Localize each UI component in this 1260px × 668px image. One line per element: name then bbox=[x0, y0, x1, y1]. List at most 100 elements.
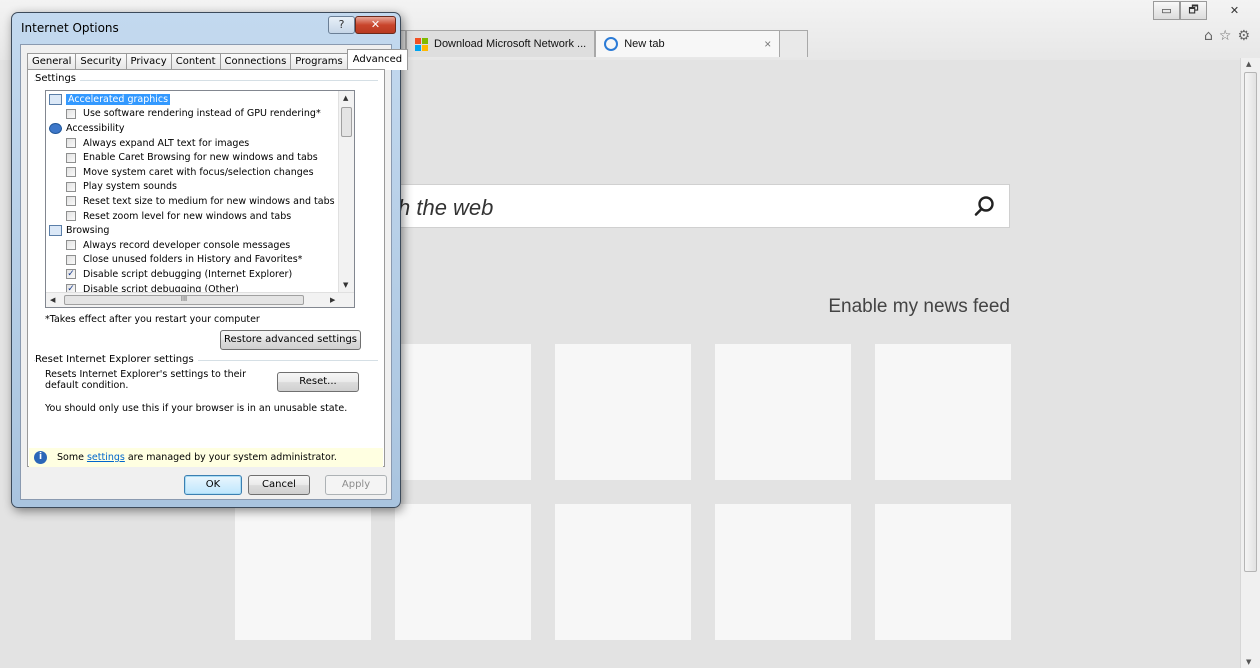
settings-category[interactable]: Browsing bbox=[46, 223, 338, 238]
site-tile[interactable] bbox=[715, 344, 851, 480]
scroll-down-arrow-icon[interactable]: ▼ bbox=[1246, 658, 1251, 666]
site-tile[interactable] bbox=[395, 344, 531, 480]
settings-item-label: Always expand ALT text for images bbox=[83, 137, 250, 149]
enable-news-feed-link[interactable]: Enable my news feed bbox=[800, 296, 1010, 318]
settings-item-label: Move system caret with focus/selection c… bbox=[83, 166, 314, 178]
search-placeholder: ch the web bbox=[387, 195, 494, 220]
settings-category[interactable]: Accessibility bbox=[46, 121, 338, 136]
checkbox[interactable] bbox=[66, 240, 76, 251]
checkbox[interactable] bbox=[66, 108, 76, 119]
tools-gear-icon[interactable]: ⚙ bbox=[1237, 28, 1250, 44]
settings-item-label: Close unused folders in History and Favo… bbox=[83, 254, 303, 266]
settings-option[interactable]: Reset text size to medium for new window… bbox=[46, 194, 338, 209]
microsoft-logo-icon bbox=[415, 37, 428, 51]
tab-general[interactable]: General bbox=[27, 53, 76, 70]
page-scrollbar[interactable]: ▲ ▼ bbox=[1240, 58, 1260, 668]
tree-scroll-down-icon[interactable]: ▼ bbox=[343, 281, 348, 289]
tab-label: New tab bbox=[624, 38, 665, 50]
settings-option[interactable]: Always expand ALT text for images bbox=[46, 136, 338, 151]
web-search-box[interactable]: ch the web bbox=[300, 184, 1010, 228]
tab-advanced[interactable]: Advanced bbox=[346, 49, 409, 70]
dialog-title: Internet Options bbox=[21, 21, 119, 35]
settings-group-label: Settings bbox=[35, 73, 81, 84]
checkbox[interactable] bbox=[66, 181, 76, 192]
checkbox-checked[interactable]: ✓ bbox=[66, 269, 76, 280]
tab-new-tab[interactable]: New tab × bbox=[595, 30, 781, 57]
dialog-body: General Security Privacy Content Connect… bbox=[20, 44, 409, 500]
settings-option[interactable]: Move system caret with focus/selection c… bbox=[46, 165, 338, 180]
apply-button[interactable]: Apply bbox=[325, 475, 387, 495]
tree-vscroll-thumb[interactable] bbox=[341, 107, 352, 137]
site-tile[interactable] bbox=[555, 344, 691, 480]
settings-item-label: Play system sounds bbox=[83, 181, 177, 193]
checkbox[interactable] bbox=[66, 211, 76, 222]
advanced-panel: Settings Accelerated graphics Use softwar… bbox=[27, 69, 385, 467]
settings-category[interactable]: Accelerated graphics bbox=[46, 92, 338, 107]
tree-scroll-right-icon[interactable]: ▶ bbox=[330, 296, 335, 304]
search-icon[interactable] bbox=[973, 194, 997, 218]
monitor-icon bbox=[49, 93, 62, 105]
info-prefix: Some bbox=[57, 452, 84, 463]
settings-option[interactable]: Reset zoom level for new windows and tab… bbox=[46, 209, 338, 224]
settings-option[interactable]: Use software rendering instead of GPU re… bbox=[46, 107, 338, 122]
checkbox[interactable] bbox=[66, 196, 76, 207]
settings-item-label: Reset text size to medium for new window… bbox=[83, 195, 335, 207]
settings-option[interactable]: Close unused folders in History and Favo… bbox=[46, 253, 338, 268]
tree-scroll-left-icon[interactable]: ◀ bbox=[50, 296, 55, 304]
tree-vertical-scrollbar[interactable]: ▲ ▼ bbox=[338, 91, 354, 292]
scrollbar-thumb[interactable] bbox=[1244, 72, 1257, 572]
tab-content[interactable]: Content bbox=[170, 53, 220, 70]
settings-option[interactable]: ✓ Disable script debugging (Internet Expl… bbox=[46, 267, 338, 282]
tree-hscroll-thumb[interactable]: III bbox=[64, 295, 304, 305]
checkbox[interactable] bbox=[66, 152, 76, 163]
settings-option[interactable]: Enable Caret Browsing for new windows an… bbox=[46, 150, 338, 165]
site-tile[interactable] bbox=[395, 504, 531, 640]
tab-privacy[interactable]: Privacy bbox=[125, 53, 171, 70]
tab-bar: Download Microsoft Network ... New tab × bbox=[398, 30, 809, 57]
settings-option[interactable]: Play system sounds bbox=[46, 180, 338, 195]
minimize-button[interactable]: ▭ bbox=[1153, 1, 1180, 20]
tab-close-icon[interactable]: × bbox=[764, 37, 771, 51]
checkbox[interactable] bbox=[66, 254, 76, 265]
settings-tree[interactable]: Accelerated graphics Use software renderi… bbox=[45, 90, 355, 308]
checkbox[interactable] bbox=[66, 138, 76, 149]
settings-item-label: Use software rendering instead of GPU re… bbox=[83, 108, 321, 120]
cancel-button[interactable]: Cancel bbox=[248, 475, 310, 495]
tree-horizontal-scrollbar[interactable]: ◀ III ▶ bbox=[46, 292, 354, 307]
home-icon[interactable]: ⌂ bbox=[1204, 28, 1213, 44]
tab-programs[interactable]: Programs bbox=[290, 53, 347, 70]
site-tile[interactable] bbox=[875, 344, 1011, 480]
site-tile[interactable] bbox=[875, 504, 1011, 640]
info-suffix: are managed by your system administrator… bbox=[127, 452, 337, 463]
tab-security[interactable]: Security bbox=[75, 53, 126, 70]
settings-item-label: Reset zoom level for new windows and tab… bbox=[83, 210, 292, 222]
checkbox[interactable] bbox=[66, 167, 76, 178]
reset-warning: You should only use this if your browser… bbox=[45, 403, 348, 414]
favorites-star-icon[interactable]: ☆ bbox=[1219, 28, 1232, 44]
site-tile[interactable] bbox=[235, 504, 371, 640]
settings-link[interactable]: settings bbox=[87, 452, 125, 463]
site-tile[interactable] bbox=[555, 504, 691, 640]
site-tile[interactable] bbox=[715, 504, 851, 640]
tab-connections[interactable]: Connections bbox=[219, 53, 291, 70]
restore-advanced-settings-button[interactable]: Restore advanced settings bbox=[220, 330, 361, 350]
scroll-up-arrow-icon[interactable]: ▲ bbox=[1246, 60, 1251, 68]
settings-tree-list: Accelerated graphics Use software renderi… bbox=[46, 92, 338, 296]
reset-button[interactable]: Reset... bbox=[277, 372, 359, 392]
restart-note: *Takes effect after you restart your com… bbox=[45, 314, 260, 325]
settings-group-line bbox=[34, 80, 378, 81]
settings-item-label: Accessibility bbox=[66, 122, 125, 134]
restore-button[interactable]: 🗗 bbox=[1180, 1, 1207, 20]
help-button[interactable]: ? bbox=[328, 16, 355, 34]
new-tab-button[interactable] bbox=[780, 30, 809, 57]
tree-scroll-up-icon[interactable]: ▲ bbox=[343, 94, 348, 102]
window-controls: ▭ 🗗 ✕ bbox=[1153, 1, 1252, 20]
reset-description: Resets Internet Explorer's settings to t… bbox=[45, 369, 246, 391]
settings-option[interactable]: Always record developer console messages bbox=[46, 238, 338, 253]
tab-download-msn[interactable]: Download Microsoft Network ... bbox=[406, 30, 596, 57]
window-close-button[interactable]: ✕ bbox=[1217, 1, 1252, 20]
browser-right-icons: ⌂ ☆ ⚙ bbox=[1204, 28, 1250, 44]
admin-info-bar: i Some settings are managed by your syst… bbox=[29, 448, 383, 467]
dialog-close-button[interactable]: ✕ bbox=[355, 16, 396, 34]
ok-button[interactable]: OK bbox=[184, 475, 242, 495]
